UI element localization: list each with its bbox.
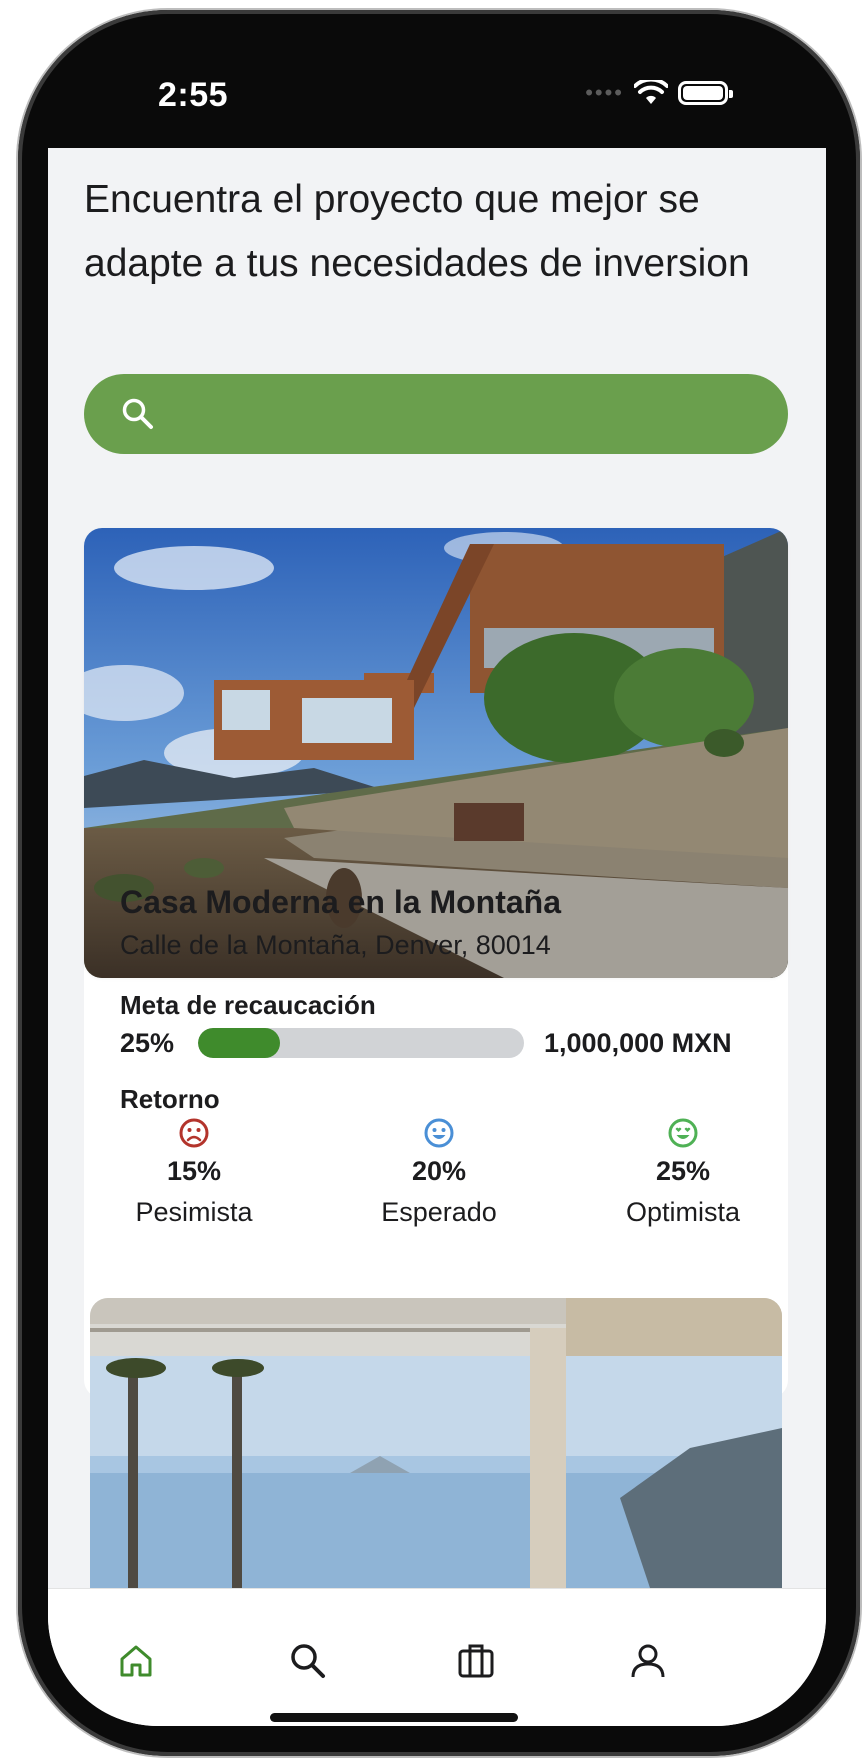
scenario-optimistic: 25% Optimista [583,1118,783,1228]
user-icon [631,1644,665,1678]
heart-eyes-face-icon [668,1118,698,1148]
happy-face-icon [424,1118,454,1148]
tab-portfolio[interactable] [446,1633,506,1689]
tab-search[interactable] [278,1633,338,1689]
search-input[interactable] [170,390,758,440]
goal-amount: 1,000,000 MXN [544,1028,732,1058]
scenario-expected: 20% Esperado [339,1118,539,1228]
home-indicator [270,1713,518,1722]
scenario-pessimistic: 15% Pesimista [94,1118,294,1228]
sad-face-icon [179,1118,209,1148]
return-label: Retorno [120,1084,220,1114]
scenario-name: Esperado [381,1197,497,1227]
goal-label: Meta de recaucación [120,990,376,1020]
interior-photo [90,1298,782,1588]
project-card-2-image[interactable] [90,1298,782,1588]
scenario-name: Optimista [625,1197,741,1227]
scenario-value: 25% [655,1156,711,1186]
status-time: 2:55 [158,76,229,114]
home-icon [120,1645,152,1677]
search-icon [122,398,153,429]
scenario-value: 20% [411,1156,467,1186]
status-bar: 2:55 •••• [48,40,826,148]
tab-bar [48,1588,826,1726]
wifi-icon [634,80,668,104]
battery-icon [678,81,733,105]
tab-profile[interactable] [618,1633,678,1689]
search-icon [291,1644,325,1678]
status-indicators: •••• [585,80,733,106]
page-headline: Encuentra el proyecto que mejor se adapt… [84,178,750,285]
scenario-value: 15% [166,1156,222,1186]
signal-icon: •••• [585,80,624,105]
tab-home[interactable] [106,1633,166,1689]
scenario-name: Pesimista [135,1197,253,1227]
goal-percent: 25% [120,1028,175,1058]
project-title: Casa Moderna en la Montaña [120,884,561,920]
project-address: Calle de la Montaña, Denver, 80014 [120,930,551,960]
goal-progress-bar [198,1028,524,1058]
search-bar[interactable] [84,374,788,454]
briefcase-icon [458,1644,494,1678]
goal-progress-fill [198,1028,280,1058]
screen: Encuentra el proyecto que mejor se adapt… [48,148,826,1726]
